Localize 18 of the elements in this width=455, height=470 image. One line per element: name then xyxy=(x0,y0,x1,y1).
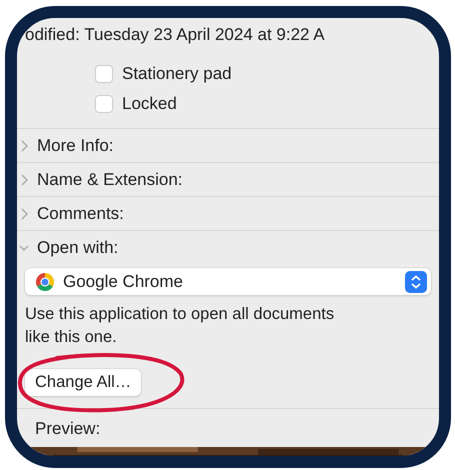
change-all-button[interactable]: Change All… xyxy=(25,369,142,396)
section-title[interactable]: Comments: xyxy=(37,204,124,224)
checkbox[interactable] xyxy=(95,65,113,83)
section-title[interactable]: More Info: xyxy=(37,136,114,156)
section-title[interactable]: Open with: xyxy=(37,238,118,258)
checkbox-label: Locked xyxy=(122,94,177,114)
section-title[interactable]: Name & Extension: xyxy=(37,170,183,190)
description-text: Use this application to open all documents like this one. xyxy=(25,304,336,348)
checkbox-label: Stationery pad xyxy=(122,64,232,84)
section-title[interactable]: Preview: xyxy=(17,408,439,439)
chevron-icon[interactable] xyxy=(19,172,29,186)
stepper-icon xyxy=(405,270,427,292)
chevron-icon[interactable] xyxy=(19,206,29,220)
modified-date: odified: Tuesday 23 April 2024 at 9:22 A xyxy=(24,24,326,46)
app-popup[interactable]: Google Chrome xyxy=(25,268,431,295)
chevron-icon[interactable] xyxy=(19,138,29,152)
browser-icon xyxy=(35,272,55,292)
checkbox[interactable] xyxy=(95,95,113,113)
